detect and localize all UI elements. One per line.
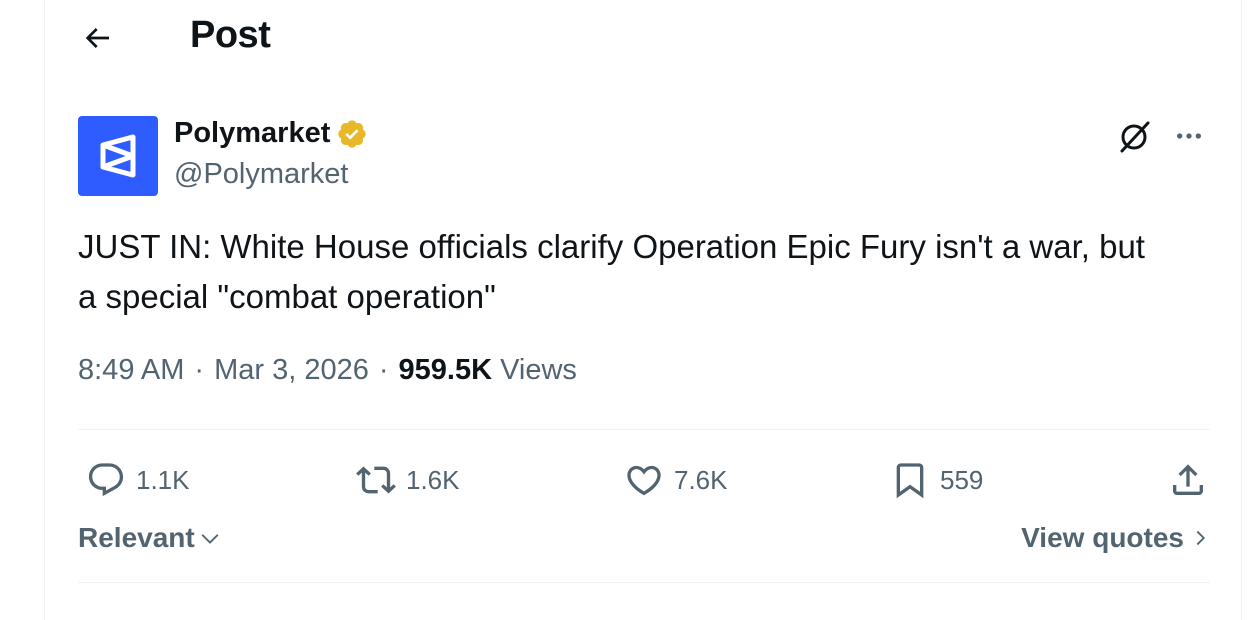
- share-button[interactable]: [1168, 448, 1208, 512]
- chevron-down-icon: [201, 534, 219, 544]
- meta-separator: ·: [378, 354, 389, 386]
- bookmark-count: 559: [940, 464, 984, 495]
- back-button[interactable]: [77, 18, 117, 58]
- heart-icon: [627, 465, 661, 496]
- share-icon: [1173, 464, 1203, 495]
- sort-label: Relevant: [78, 522, 195, 553]
- page-title: Post: [190, 14, 271, 56]
- header: Post: [45, 0, 1241, 80]
- like-count: 7.6K: [674, 464, 728, 495]
- like-button[interactable]: 7.6K: [624, 448, 728, 512]
- reply-button[interactable]: 1.1K: [86, 448, 190, 512]
- verified-badge-icon: [338, 119, 367, 148]
- display-name-text: Polymarket: [174, 117, 331, 149]
- more-horizontal-icon: [1177, 133, 1201, 139]
- author-handle[interactable]: @Polymarket: [174, 158, 348, 191]
- bookmark-button[interactable]: 559: [890, 448, 983, 512]
- polymarket-logo-icon: [100, 134, 136, 178]
- arrow-left-icon: [85, 28, 109, 48]
- view-quotes-label: View quotes: [1021, 522, 1184, 553]
- more-options-button[interactable]: [1169, 116, 1209, 156]
- post-date[interactable]: Mar 3, 2026: [214, 354, 369, 387]
- post-text-line: a special "combat operation": [78, 278, 496, 315]
- divider: [78, 429, 1210, 430]
- post-text-line: JUST IN: White House officials clarify O…: [78, 228, 1145, 265]
- avatar[interactable]: [78, 116, 158, 196]
- bookmark-icon: [896, 463, 924, 499]
- reply-icon: [88, 463, 124, 497]
- post-time[interactable]: 8:49 AM: [78, 354, 184, 387]
- repost-button[interactable]: 1.6K: [356, 448, 460, 512]
- view-quotes-link[interactable]: View quotes: [1021, 522, 1210, 554]
- repost-icon: [356, 466, 396, 494]
- chevron-right-icon: [1196, 530, 1206, 546]
- author-display-name[interactable]: Polymarket: [174, 117, 368, 150]
- reply-count: 1.1K: [136, 464, 190, 495]
- divider: [78, 582, 1210, 583]
- grok-button[interactable]: [1115, 116, 1155, 156]
- meta-separator: ·: [194, 354, 205, 386]
- grok-icon: [1120, 121, 1150, 153]
- repost-count: 1.6K: [406, 464, 460, 495]
- post-meta: 8:49 AM · Mar 3, 2026 · 959.5K Views: [78, 354, 577, 387]
- post-column: Post Polymarket @Polymarket JUST IN: Whi…: [44, 0, 1242, 620]
- views-count[interactable]: 959.5K: [399, 354, 493, 386]
- action-bar: 1.1K 1.6K 7.6K 559: [78, 448, 1210, 512]
- sort-replies-dropdown[interactable]: Relevant: [78, 522, 221, 554]
- views-label: Views: [500, 354, 577, 386]
- post-text: JUST IN: White House officials clarify O…: [78, 222, 1218, 322]
